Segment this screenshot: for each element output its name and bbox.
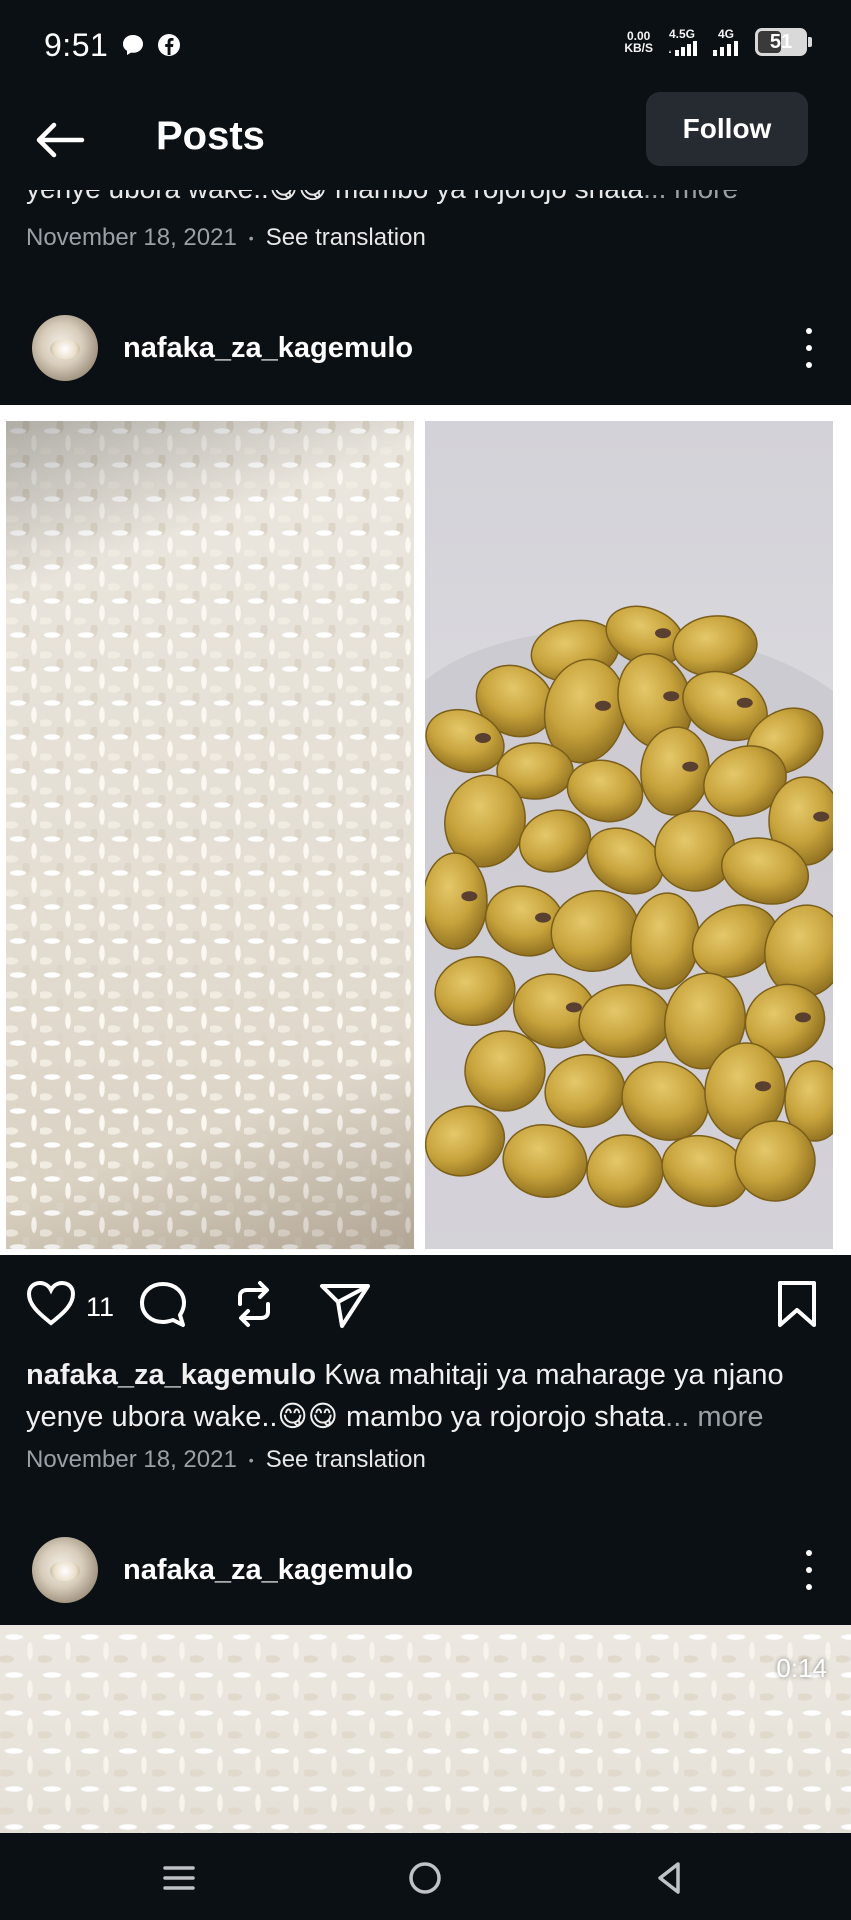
post-options-button[interactable] bbox=[797, 328, 821, 368]
top-app-bar: Posts Follow bbox=[0, 90, 851, 190]
meta-separator: • bbox=[248, 1452, 254, 1468]
repost-button[interactable] bbox=[232, 1280, 276, 1328]
status-time: 9:51 bbox=[44, 26, 109, 63]
bean-hilum bbox=[682, 761, 699, 772]
caption-username[interactable]: nafaka_za_kagemulo bbox=[26, 1359, 316, 1391]
like-button[interactable] bbox=[26, 1280, 76, 1326]
bean-hilum bbox=[755, 1081, 771, 1092]
signal-2-label: 4G bbox=[717, 27, 734, 41]
status-indicators: 0.00 KB/S 4.5G 4G 51 bbox=[624, 28, 812, 56]
video-duration: 0:14 bbox=[776, 1653, 827, 1683]
battery-percent: 51 bbox=[769, 30, 793, 53]
notification-icons bbox=[120, 32, 182, 58]
signal-1: 4.5G bbox=[667, 28, 697, 56]
battery-icon: 51 bbox=[755, 28, 812, 56]
back-arrow-icon bbox=[36, 122, 85, 158]
more-icon bbox=[806, 328, 812, 334]
repost-icon bbox=[238, 1281, 270, 1327]
post-actions: 11 bbox=[0, 1270, 851, 1340]
post-image[interactable] bbox=[0, 405, 851, 1255]
see-translation-link[interactable]: See translation bbox=[266, 1446, 426, 1474]
comment-icon bbox=[140, 1282, 186, 1327]
bean-hilum bbox=[461, 891, 478, 902]
next-post-username[interactable]: nafaka_za_kagemulo bbox=[123, 1554, 413, 1587]
share-icon bbox=[320, 1284, 370, 1328]
see-translation-link[interactable]: See translation bbox=[266, 224, 426, 252]
caption-more-link[interactable]: ... more bbox=[665, 1401, 763, 1433]
bean-hilum bbox=[795, 1012, 811, 1023]
bean bbox=[425, 852, 488, 950]
post-caption[interactable]: nafaka_za_kagemulo Kwa mahitaji ya mahar… bbox=[26, 1354, 826, 1438]
post-header: nafaka_za_kagemulo bbox=[0, 308, 851, 388]
save-button[interactable] bbox=[776, 1280, 818, 1328]
meta-separator: • bbox=[248, 230, 254, 246]
bean-hilum bbox=[736, 697, 753, 708]
network-speed: 0.00 KB/S bbox=[624, 30, 653, 54]
signal-icon bbox=[669, 41, 697, 56]
bean-hilum bbox=[655, 628, 671, 639]
follow-button[interactable]: Follow bbox=[646, 92, 808, 166]
menu-icon bbox=[163, 1866, 195, 1890]
rice-photo bbox=[6, 421, 414, 1249]
comment-button[interactable] bbox=[138, 1280, 188, 1328]
bean-hilum bbox=[565, 1002, 582, 1013]
signal-icon bbox=[713, 41, 738, 56]
home-icon bbox=[409, 1862, 441, 1894]
bean-hilum bbox=[535, 912, 551, 923]
bean-hilum bbox=[595, 700, 611, 711]
system-back-button[interactable] bbox=[644, 1853, 694, 1903]
messenger-icon bbox=[123, 35, 144, 55]
post-username[interactable]: nafaka_za_kagemulo bbox=[123, 332, 413, 365]
beans-illustration bbox=[425, 605, 833, 1249]
network-speed-unit: KB/S bbox=[624, 41, 653, 55]
next-post-video[interactable]: 0:14 bbox=[0, 1625, 851, 1833]
page-title: Posts bbox=[156, 114, 265, 158]
post-date: November 18, 2021 bbox=[26, 1446, 237, 1473]
signal-1-label: 4.5G bbox=[668, 27, 695, 41]
more-icon bbox=[806, 1550, 812, 1556]
previous-post-date: November 18, 2021 bbox=[26, 224, 237, 251]
signal-2: 4G bbox=[711, 28, 741, 56]
facebook-icon bbox=[158, 34, 181, 56]
back-button[interactable] bbox=[34, 118, 88, 162]
previous-post-meta: November 18, 2021 • See translation bbox=[26, 224, 426, 252]
home-button[interactable] bbox=[400, 1853, 450, 1903]
bean-hilum bbox=[663, 691, 680, 702]
bean-hilum bbox=[813, 811, 830, 822]
post-meta: November 18, 2021 • See translation bbox=[26, 1446, 426, 1474]
next-post-options-button[interactable] bbox=[797, 1550, 821, 1590]
next-post-header: nafaka_za_kagemulo bbox=[0, 1530, 851, 1610]
back-icon bbox=[658, 1862, 680, 1894]
share-button[interactable] bbox=[318, 1280, 372, 1330]
avatar[interactable] bbox=[32, 315, 98, 381]
bean-hilum bbox=[475, 733, 491, 743]
like-count[interactable]: 11 bbox=[86, 1292, 114, 1323]
status-bar: 9:51 0.00 KB/S 4.5G 4G 51 bbox=[0, 0, 851, 90]
bookmark-icon bbox=[778, 1281, 816, 1327]
avatar[interactable] bbox=[32, 1537, 98, 1603]
recents-button[interactable] bbox=[154, 1853, 204, 1903]
beans-photo bbox=[425, 421, 833, 1249]
system-nav-bar bbox=[0, 1833, 851, 1920]
heart-icon bbox=[26, 1280, 76, 1326]
